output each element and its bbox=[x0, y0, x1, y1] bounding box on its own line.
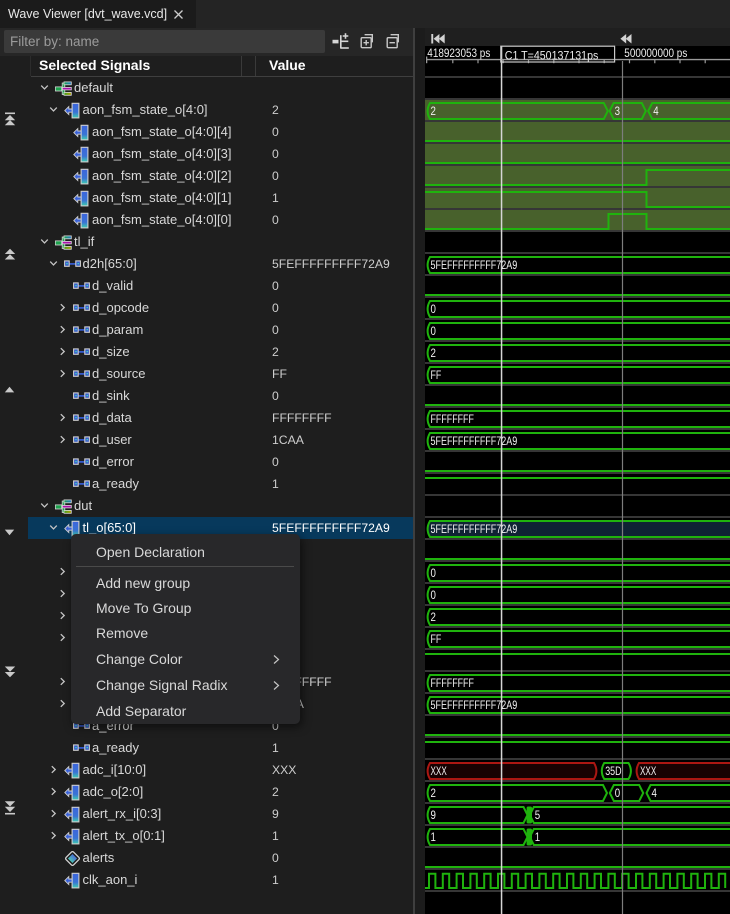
svg-text:2: 2 bbox=[431, 346, 437, 360]
svg-text:0: 0 bbox=[431, 324, 437, 338]
svg-text:FFFFFFFF: FFFFFFFF bbox=[431, 412, 474, 426]
svg-text:XXX: XXX bbox=[640, 764, 656, 778]
svg-text:FF: FF bbox=[431, 632, 442, 646]
svg-text:5FEFFFFFFFFF72A9: 5FEFFFFFFFFF72A9 bbox=[431, 522, 518, 536]
svg-text:2: 2 bbox=[431, 610, 437, 624]
svg-text:418923053 ps: 418923053 ps bbox=[427, 46, 490, 60]
svg-text:C1 T=450137131ps: C1 T=450137131ps bbox=[505, 48, 599, 62]
svg-text:0: 0 bbox=[431, 302, 437, 316]
svg-text:FF: FF bbox=[431, 368, 442, 382]
svg-text:FFFFFFFF: FFFFFFFF bbox=[431, 676, 474, 690]
svg-text:0: 0 bbox=[615, 786, 621, 800]
svg-text:5FEFFFFFFFFF72A9: 5FEFFFFFFFFF72A9 bbox=[431, 698, 518, 712]
svg-text:4: 4 bbox=[653, 104, 659, 118]
svg-text:0: 0 bbox=[431, 566, 437, 580]
svg-text:0: 0 bbox=[431, 588, 437, 602]
svg-text:1: 1 bbox=[535, 830, 541, 844]
svg-text:5: 5 bbox=[535, 808, 541, 822]
svg-text:500000000 ps: 500000000 ps bbox=[624, 46, 687, 60]
svg-text:5FEFFFFFFFFF72A9: 5FEFFFFFFFFF72A9 bbox=[431, 258, 518, 272]
svg-text:2: 2 bbox=[431, 104, 437, 118]
svg-text:3: 3 bbox=[615, 104, 621, 118]
svg-text:4: 4 bbox=[652, 786, 658, 800]
svg-text:5FEFFFFFFFFF72A9: 5FEFFFFFFFFF72A9 bbox=[431, 434, 518, 448]
svg-text:XXX: XXX bbox=[431, 764, 447, 778]
svg-text:1: 1 bbox=[431, 830, 437, 844]
svg-text:2: 2 bbox=[431, 786, 437, 800]
svg-text:35D: 35D bbox=[605, 764, 621, 778]
svg-text:9: 9 bbox=[431, 808, 437, 822]
